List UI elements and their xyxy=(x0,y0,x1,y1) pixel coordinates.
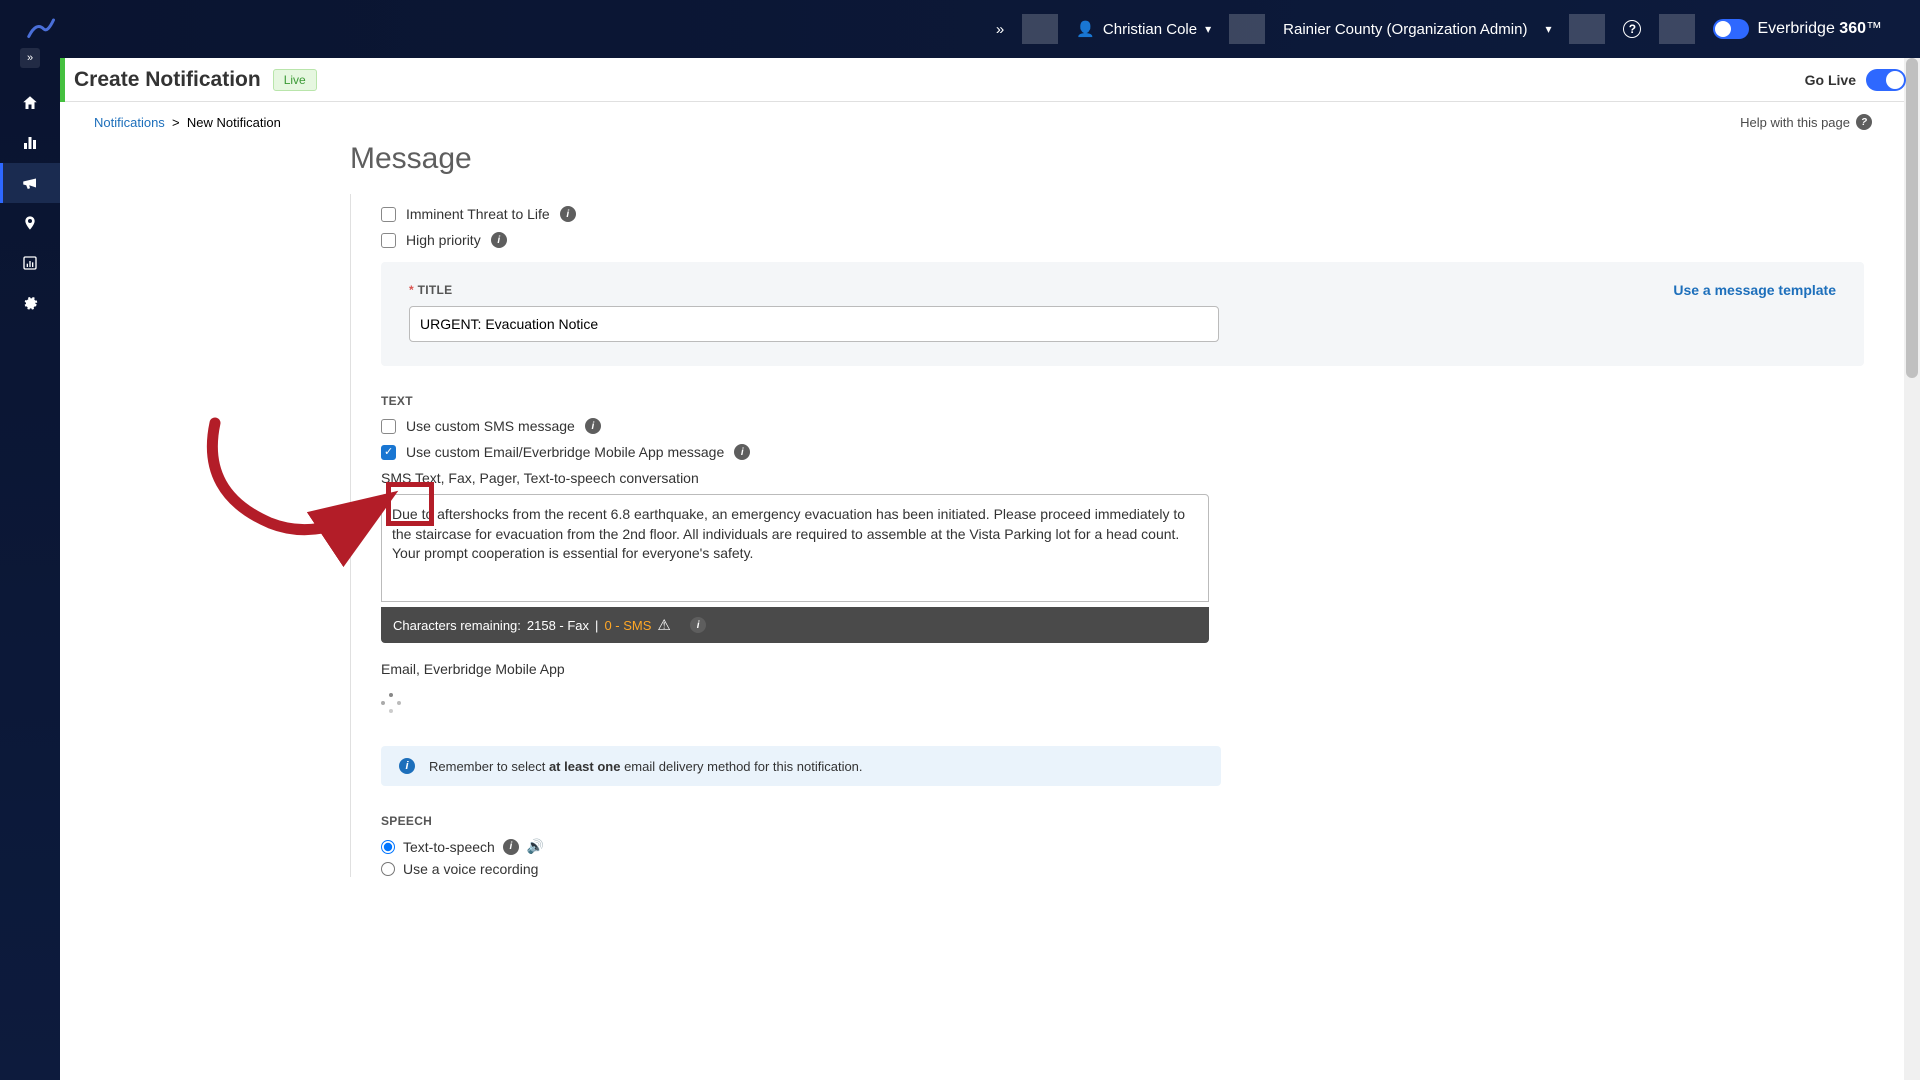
page-title: Create Notification xyxy=(74,68,261,92)
left-nav: » xyxy=(0,58,60,1080)
breadcrumb-parent[interactable]: Notifications xyxy=(94,115,165,130)
imminent-label: Imminent Threat to Life xyxy=(406,206,550,222)
toggle-switch[interactable] xyxy=(1713,19,1749,39)
help-icon: ? xyxy=(1856,114,1872,130)
imminent-checkbox[interactable] xyxy=(381,207,396,222)
status-stripe xyxy=(60,58,65,102)
custom-sms-checkbox[interactable] xyxy=(381,419,396,434)
info-icon: i xyxy=(399,758,415,774)
user-icon: 👤 xyxy=(1076,20,1095,38)
pin-icon xyxy=(22,213,38,233)
info-icon[interactable]: i xyxy=(491,232,507,248)
nav-map[interactable] xyxy=(0,203,60,243)
breadcrumb-sep: > xyxy=(172,115,180,130)
tts-radio[interactable] xyxy=(381,840,395,854)
logo xyxy=(25,14,55,44)
golive-toggle[interactable] xyxy=(1866,69,1906,91)
brand-label: Everbridge 360™ xyxy=(1757,20,1882,38)
expand-top-icon[interactable]: » xyxy=(978,21,1022,38)
user-name: Christian Cole xyxy=(1103,21,1197,38)
priority-checkbox[interactable] xyxy=(381,233,396,248)
help-icon: ? xyxy=(1623,20,1641,38)
custom-email-checkbox[interactable] xyxy=(381,445,396,460)
char-counter: Characters remaining: 2158 - Fax | 0 - S… xyxy=(381,607,1209,643)
warning-icon: ⚠ xyxy=(657,616,670,634)
nav-home[interactable] xyxy=(0,83,60,123)
brand-toggle[interactable]: Everbridge 360™ xyxy=(1695,19,1900,39)
section-heading: Message xyxy=(350,142,1864,176)
chevron-down-icon: ▾ xyxy=(1205,22,1211,36)
info-icon[interactable]: i xyxy=(734,444,750,460)
user-menu[interactable]: 👤 Christian Cole ▾ xyxy=(1058,20,1229,38)
title-label: TITLE xyxy=(418,283,453,297)
org-name: Rainier County (Organization Admin) xyxy=(1283,21,1527,38)
breadcrumb-current: New Notification xyxy=(187,115,281,130)
text-section-label: TEXT xyxy=(381,394,1864,408)
gear-icon xyxy=(22,295,38,311)
info-icon[interactable]: i xyxy=(560,206,576,222)
loading-spinner xyxy=(381,693,401,713)
sms-target-label: SMS Text, Fax, Pager, Text-to-speech con… xyxy=(381,470,1864,486)
nav-incidents[interactable] xyxy=(0,123,60,163)
building-icon xyxy=(21,134,39,152)
nav-reports[interactable] xyxy=(0,243,60,283)
info-icon[interactable]: i xyxy=(585,418,601,434)
voice-radio[interactable] xyxy=(381,862,395,876)
info-icon[interactable]: i xyxy=(690,617,706,633)
nav-settings[interactable] xyxy=(0,283,60,323)
nav-notifications[interactable] xyxy=(0,163,60,203)
megaphone-icon xyxy=(21,174,39,192)
message-body-input[interactable] xyxy=(381,494,1209,602)
info-banner: i Remember to select at least one email … xyxy=(381,746,1221,786)
live-badge: Live xyxy=(273,69,317,91)
speaker-icon[interactable]: 🔊 xyxy=(527,838,544,855)
scrollbar[interactable] xyxy=(1904,58,1920,1080)
help-text: Help with this page xyxy=(1740,115,1850,130)
voice-label: Use a voice recording xyxy=(403,861,538,877)
title-input[interactable] xyxy=(409,306,1219,342)
breadcrumb: Notifications > New Notification Help wi… xyxy=(60,102,1904,142)
email-target-label: Email, Everbridge Mobile App xyxy=(381,661,1864,677)
info-icon[interactable]: i xyxy=(503,839,519,855)
help-button[interactable]: ? xyxy=(1605,20,1659,38)
custom-sms-label: Use custom SMS message xyxy=(406,418,575,434)
golive-label: Go Live xyxy=(1805,72,1856,88)
scrollbar-thumb[interactable] xyxy=(1906,58,1918,378)
priority-label: High priority xyxy=(406,232,481,248)
org-menu[interactable]: Rainier County (Organization Admin) ▾ xyxy=(1265,21,1569,38)
help-page-link[interactable]: Help with this page ? xyxy=(1740,114,1872,130)
home-icon xyxy=(21,94,39,112)
custom-email-label: Use custom Email/Everbridge Mobile App m… xyxy=(406,444,724,460)
speech-section-label: SPEECH xyxy=(381,814,1864,828)
nav-expand-button[interactable]: » xyxy=(20,48,40,68)
chevron-down-icon: ▾ xyxy=(1545,22,1551,36)
tts-label: Text-to-speech xyxy=(403,839,495,855)
use-template-link[interactable]: Use a message template xyxy=(1673,282,1836,298)
chart-icon xyxy=(22,255,38,271)
